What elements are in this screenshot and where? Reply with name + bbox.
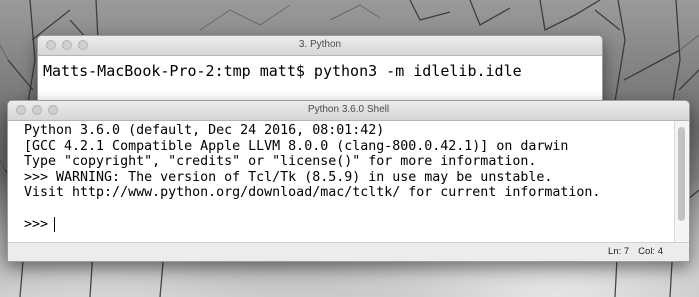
idle-title: Python 3.6.0 Shell [307, 104, 390, 115]
shell-text-area[interactable]: Python 3.6.0 (default, Dec 24 2016, 08:0… [8, 121, 675, 243]
terminal-title: 3. Python [298, 39, 342, 50]
column-number-indicator: Col: 4 [638, 246, 663, 257]
terminal-titlebar[interactable]: 3. Python [38, 36, 602, 56]
shell-output-line: Python 3.6.0 (default, Dec 24 2016, 08:0… [24, 123, 385, 138]
shell-output-line: >>> WARNING: The version of Tcl/Tk (8.5.… [24, 169, 553, 185]
vertical-scrollbar[interactable] [674, 121, 689, 243]
shell-input-line[interactable]: >>> [24, 217, 675, 233]
text-cursor [54, 216, 56, 232]
line-number-indicator: Ln: 7 [608, 246, 630, 257]
terminal-command-line[interactable]: Matts-MacBook-Pro-2:tmp matt$ python3 -m… [38, 56, 602, 80]
idle-shell-window[interactable]: Python 3.6.0 Shell Python 3.6.0 (default… [7, 100, 690, 262]
status-bar: Ln: 7 Col: 4 [8, 242, 689, 261]
shell-prompt: >>> [24, 216, 49, 232]
shell-output-line: [GCC 4.2.1 Compatible Apple LLVM 8.0.0 (… [24, 138, 569, 154]
shell-output-line: Type "copyright", "credits" or "license(… [24, 154, 537, 169]
terminal-window[interactable]: 3. Python Matts-MacBook-Pro-2:tmp matt$ … [37, 35, 603, 109]
idle-titlebar[interactable]: Python 3.6.0 Shell [8, 101, 689, 121]
scrollbar-thumb[interactable] [678, 127, 685, 221]
shell-output-line: Visit http://www.python.org/download/mac… [24, 185, 601, 200]
